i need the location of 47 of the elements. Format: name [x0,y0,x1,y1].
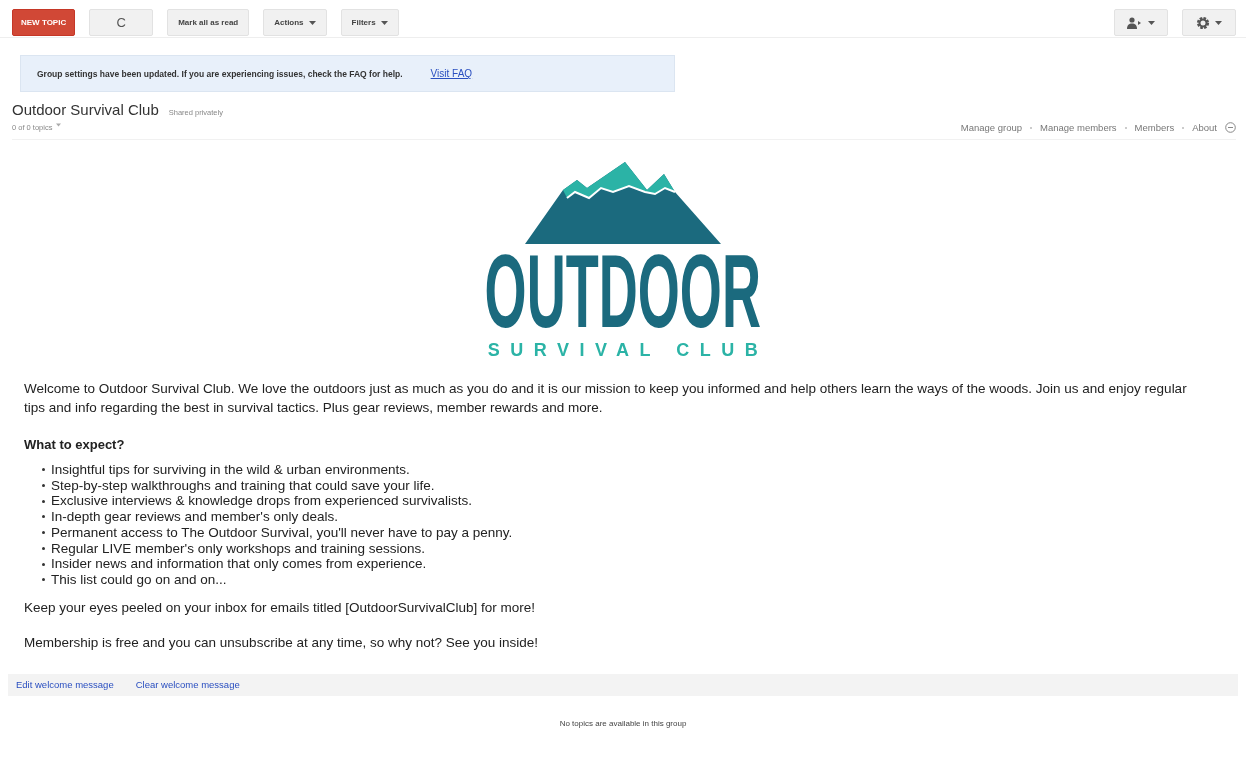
group-link[interactable]: About [1192,122,1217,133]
list-item: In-depth gear reviews and member's only deals. [51,509,338,525]
welcome-action-link[interactable]: Edit welcome message [16,679,114,691]
bullet-icon [42,578,45,582]
logo-tagline: SURVIVAL CLUB [487,340,769,361]
list-item: This list could go on and on... [51,571,227,588]
list-item: Insider news and information that only comes from experience. [51,556,427,572]
intro-paragraph: Welcome to Outdoor Survival Club. We love the outdoors just as much as you do and it is our mission to keep you informed and help others learn the ways of the woods. Join us and enjoy regular tips and info regarding the best in survival tactics. Plus gear reviews, member rewards and more. [24,380,1188,417]
filters-button[interactable]: Filters [340,9,399,36]
bullet-icon [42,546,45,550]
settings-icon [1196,15,1210,30]
bullet-icon [42,531,45,535]
mountains-icon [525,162,721,244]
bullet-icon [42,562,45,566]
people-menu-button[interactable] [1114,9,1168,36]
group-link[interactable]: Members [1134,122,1175,133]
caret-icon [380,20,388,25]
empty-message: No topics are available in this group [558,718,688,728]
mark-all-read-button[interactable]: Mark all as read [167,9,250,36]
bullet-icon [42,468,45,472]
paragraph: Membership is free and you can unsubscribe at any time, so why not? See you inside! [24,634,540,650]
notice-text: Group settings have been updated. If you are experiencing issues, check the FAQ for help. [37,68,403,79]
person-icon [1127,16,1143,29]
group-title: Outdoor Survival Club [12,101,159,118]
bullet-icon [42,515,45,519]
group-link[interactable]: Manage group [960,122,1022,133]
list-item: Permanent access to The Outdoor Survival, you'll never have to pay a penny. [51,524,513,541]
refresh-button[interactable]: C [89,9,154,36]
visit-faq-link[interactable]: Visit FAQ [430,68,473,79]
caret-icon [1148,20,1155,25]
actions-button[interactable]: Actions [263,9,327,36]
caret-icon [308,20,316,25]
new-topic-button[interactable]: NEW TOPIC [12,9,76,36]
list-item: Step-by-step walkthroughs and training that could save your life. [51,477,435,494]
list-item: Exclusive interviews & knowledge drops from experienced survivalists. [51,493,472,510]
bullet-icon [42,484,45,488]
paragraph: Keep your eyes peeled on your inbox for emails titled [OutdoorSurvivalClub] for more! [24,599,536,615]
list-item: Insightful tips for surviving in the wild & urban environments. [51,462,410,478]
settings-menu-button[interactable] [1182,9,1236,36]
group-link[interactable]: Manage members [1040,122,1117,133]
section-heading: What to expect? [24,437,126,452]
list-item: Regular LIVE member's only workshops and training sessions. [51,540,425,557]
bullet-icon [42,499,45,503]
welcome-action-link[interactable]: Clear welcome message [135,679,240,691]
collapse-icon[interactable] [1225,122,1236,133]
caret-icon [1215,20,1222,25]
logo-wordmark: OUTDOOR [484,248,762,334]
